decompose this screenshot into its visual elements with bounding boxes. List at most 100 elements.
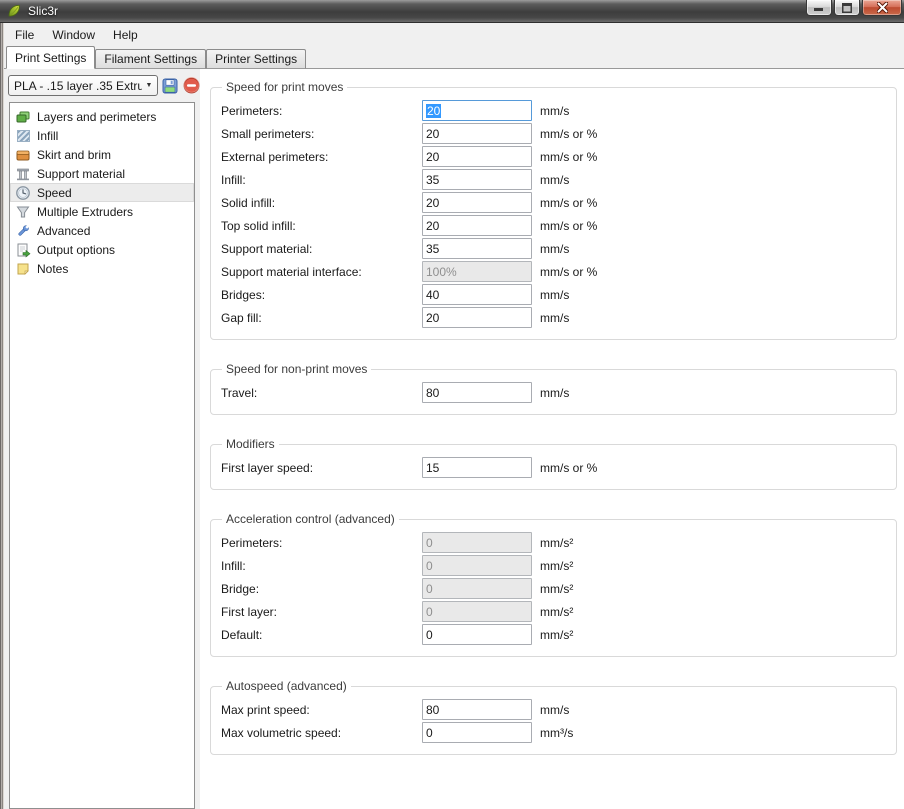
speed-icon <box>15 185 31 201</box>
field-row-solid-infill: Solid infill: mm/s or % <box>221 191 896 214</box>
wrench-icon <box>15 223 31 239</box>
save-preset-button[interactable] <box>161 77 179 95</box>
window-title: Slic3r <box>28 4 58 18</box>
sidebar-item-advanced[interactable]: Advanced <box>10 221 194 240</box>
slic3r-window: Slic3r File Window Help <box>0 0 904 809</box>
field-row-external-perimeters: External perimeters: mm/s or % <box>221 145 896 168</box>
unit-label: mm/s <box>540 104 569 118</box>
group-speed-for-print-moves: Speed for print moves Perimeters: 20 mm/… <box>210 80 897 340</box>
group-speed-for-non-print-moves: Speed for non-print moves Travel: mm/s <box>210 362 897 415</box>
field-row-small-perimeters: Small perimeters: mm/s or % <box>221 122 896 145</box>
sidebar-item-infill[interactable]: Infill <box>10 126 194 145</box>
delete-preset-icon <box>183 77 200 94</box>
group-title: Modifiers <box>222 437 279 451</box>
field-label: First layer: <box>221 605 422 619</box>
sidebar-item-support-material[interactable]: Support material <box>10 164 194 183</box>
field-row-first-layer-accel: First layer: mm/s² <box>221 600 896 623</box>
bridges-speed-input[interactable] <box>422 284 532 305</box>
gap-fill-input[interactable] <box>422 307 532 328</box>
field-label: Solid infill: <box>221 196 422 210</box>
travel-speed-input[interactable] <box>422 382 532 403</box>
field-label: Infill: <box>221 559 422 573</box>
title-bar: Slic3r <box>0 0 904 23</box>
field-row-default-accel: Default: mm/s² <box>221 623 896 646</box>
field-label: Default: <box>221 628 422 642</box>
minimize-icon <box>814 3 824 12</box>
group-title: Speed for non-print moves <box>222 362 371 376</box>
field-label: First layer speed: <box>221 461 422 475</box>
preset-dropdown-value: PLA - .15 layer .35 Extruc <box>14 79 142 93</box>
unit-label: mm/s² <box>540 628 573 642</box>
field-label: Infill: <box>221 173 422 187</box>
max-print-speed-input[interactable] <box>422 699 532 720</box>
external-perimeters-input[interactable] <box>422 146 532 167</box>
field-label: Perimeters: <box>221 536 422 550</box>
speed-settings-panel: Speed for print moves Perimeters: 20 mm/… <box>200 69 904 809</box>
menu-help[interactable]: Help <box>104 25 147 45</box>
sidebar-item-label: Infill <box>37 129 58 143</box>
field-label: Top solid infill: <box>221 219 422 233</box>
field-row-bridge-accel: Bridge: mm/s² <box>221 577 896 600</box>
layers-icon <box>15 109 31 125</box>
infill-acceleration-input <box>422 555 532 576</box>
bridge-acceleration-input <box>422 578 532 599</box>
perimeters-speed-input[interactable]: 20 <box>422 100 532 121</box>
field-label: Max print speed: <box>221 703 422 717</box>
close-button[interactable] <box>862 0 902 16</box>
top-solid-infill-input[interactable] <box>422 215 532 236</box>
field-row-max-print-speed: Max print speed: mm/s <box>221 698 896 721</box>
field-label: External perimeters: <box>221 150 422 164</box>
group-title: Acceleration control (advanced) <box>222 512 399 526</box>
sidebar-item-label: Layers and perimeters <box>37 110 156 124</box>
preset-dropdown[interactable]: PLA - .15 layer .35 Extruc ▼ <box>8 75 158 96</box>
field-row-max-volumetric-speed: Max volumetric speed: mm³/s <box>221 721 896 744</box>
field-row-travel: Travel: mm/s <box>221 381 896 404</box>
infill-speed-input[interactable] <box>422 169 532 190</box>
solid-infill-input[interactable] <box>422 192 532 213</box>
delete-preset-button[interactable] <box>182 77 200 95</box>
maximize-button[interactable] <box>834 0 860 16</box>
sidebar-item-output-options[interactable]: Output options <box>10 240 194 259</box>
group-autospeed: Autospeed (advanced) Max print speed: mm… <box>210 679 897 755</box>
first-layer-speed-input[interactable] <box>422 457 532 478</box>
unit-label: mm/s or % <box>540 461 597 475</box>
unit-label: mm/s or % <box>540 219 597 233</box>
tab-filament-settings[interactable]: Filament Settings <box>95 49 206 69</box>
sidebar-item-label: Speed <box>37 186 72 200</box>
tab-print-settings[interactable]: Print Settings <box>6 46 95 69</box>
sidebar-item-label: Notes <box>37 262 68 276</box>
slic3r-leaf-icon <box>6 3 22 19</box>
menu-file[interactable]: File <box>6 25 43 45</box>
sidebar-item-label: Output options <box>37 243 115 257</box>
sidebar-item-skirt-and-brim[interactable]: Skirt and brim <box>10 145 194 164</box>
infill-icon <box>15 128 31 144</box>
tab-printer-settings[interactable]: Printer Settings <box>206 49 306 69</box>
sidebar-item-layers-and-perimeters[interactable]: Layers and perimeters <box>10 107 194 126</box>
output-icon <box>15 242 31 258</box>
unit-label: mm/s² <box>540 582 573 596</box>
sidebar-item-multiple-extruders[interactable]: Multiple Extruders <box>10 202 194 221</box>
field-row-perimeters: Perimeters: 20 mm/s <box>221 99 896 122</box>
small-perimeters-input[interactable] <box>422 123 532 144</box>
group-acceleration-control: Acceleration control (advanced) Perimete… <box>210 512 897 657</box>
support-material-speed-input[interactable] <box>422 238 532 259</box>
unit-label: mm/s <box>540 288 569 302</box>
max-volumetric-speed-input[interactable] <box>422 722 532 743</box>
save-preset-icon <box>162 78 178 94</box>
unit-label: mm/s or % <box>540 196 597 210</box>
sidebar-item-speed[interactable]: Speed <box>10 183 194 202</box>
minimize-button[interactable] <box>806 0 832 16</box>
default-acceleration-input[interactable] <box>422 624 532 645</box>
extruders-icon <box>15 204 31 220</box>
sidebar-item-notes[interactable]: Notes <box>10 259 194 278</box>
preset-toolbar: PLA - .15 layer .35 Extruc ▼ <box>4 69 200 102</box>
menu-window[interactable]: Window <box>43 25 104 45</box>
window-controls <box>806 0 902 16</box>
field-row-top-solid-infill: Top solid infill: mm/s or % <box>221 214 896 237</box>
notes-icon <box>15 261 31 277</box>
support-icon <box>15 166 31 182</box>
field-row-infill: Infill: mm/s <box>221 168 896 191</box>
field-label: Gap fill: <box>221 311 422 325</box>
sidebar-item-label: Multiple Extruders <box>37 205 133 219</box>
settings-sidebar: PLA - .15 layer .35 Extruc ▼ <box>4 69 200 809</box>
